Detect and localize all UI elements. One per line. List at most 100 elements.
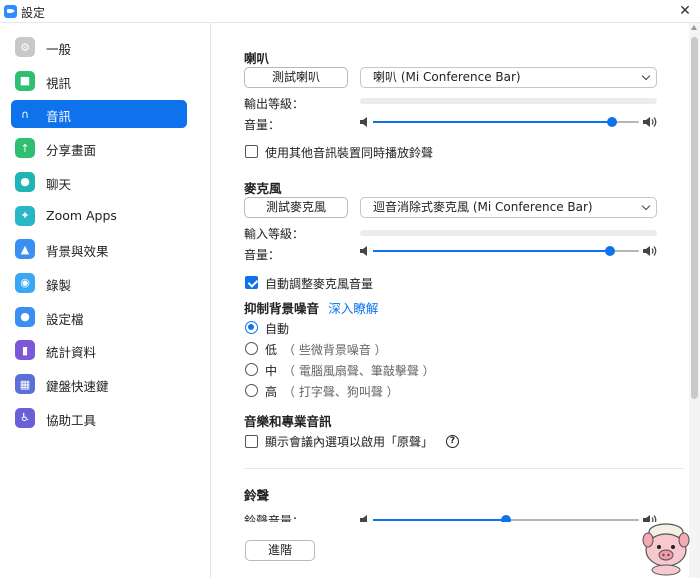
sidebar-item-chat[interactable]: ● 聊天	[11, 168, 187, 196]
volume-high-icon	[643, 246, 657, 256]
background-effects-icon: ▲	[15, 239, 35, 260]
sidebar-item-label: 背景與效果	[46, 244, 109, 260]
sidebar-item-accessibility[interactable]: ♿ 協助工具	[11, 404, 187, 432]
microphone-volume-track	[373, 246, 639, 256]
accessibility-icon: ♿	[15, 407, 35, 428]
speaker-volume-label: 音量：	[244, 118, 281, 132]
output-level-label: 輸出等級：	[244, 97, 305, 111]
noise-option-level: 低	[265, 343, 278, 357]
sidebar-item-label: 統計資料	[46, 345, 97, 361]
sidebar-item-label: Zoom Apps	[46, 207, 117, 223]
sidebar-item-label: 分享畫面	[46, 143, 97, 159]
chevron-down-icon	[641, 201, 651, 211]
noise-option-label: 自動	[265, 320, 295, 337]
sidebar-item-label: 協助工具	[46, 412, 97, 428]
section-divider	[244, 468, 684, 469]
test-microphone-button[interactable]: 測試麥克風	[244, 197, 348, 218]
sidebar-item-label: 一般	[46, 42, 72, 57]
help-icon[interactable]: ?	[446, 435, 459, 448]
original-sound-checkbox[interactable]	[245, 435, 258, 448]
noise-option-label: 低 （ 些微背景噪音 ）	[265, 341, 387, 358]
ringtone-section-title: 鈴聲	[244, 488, 270, 503]
auto-adjust-mic-checkbox[interactable]	[245, 276, 258, 289]
window-title: 設定	[21, 6, 46, 20]
noise-option-radio[interactable]	[245, 342, 258, 355]
profile-icon: ●	[15, 306, 35, 327]
noise-option-label: 中 （ 電腦風扇聲、筆敲擊聲 ）	[265, 362, 435, 379]
speaker-volume-fill	[373, 121, 613, 123]
sidebar-item-share-screen[interactable]: ↑ 分享畫面	[11, 134, 187, 162]
ringtone-volume-fill	[373, 519, 506, 521]
close-button[interactable]: ✕	[676, 1, 694, 21]
speaker-device-value: 喇叭 (Mi Conference Bar)	[373, 70, 521, 84]
test-speaker-button[interactable]: 測試喇叭	[244, 67, 348, 88]
sidebar-item-profile[interactable]: ● 設定檔	[11, 303, 187, 331]
sidebar-item-video[interactable]: ■ 視訊	[11, 67, 187, 95]
microphone-volume-thumb[interactable]	[604, 246, 615, 256]
advanced-button[interactable]: 進階	[245, 540, 315, 561]
sidebar-item-record[interactable]: ◉ 錄製	[11, 269, 187, 297]
statistics-icon: ▮	[15, 340, 35, 361]
sidebar-item-apps[interactable]: ✦ Zoom Apps	[11, 202, 187, 230]
ringtone-volume-thumb[interactable]	[501, 515, 511, 522]
speaker-device-select[interactable]: 喇叭 (Mi Conference Bar)	[360, 67, 657, 88]
input-level-meter	[360, 230, 657, 236]
volume-low-icon	[360, 515, 367, 522]
keyboard-icon: ▦	[15, 374, 35, 394]
audio-settings-panel: 喇叭 測試喇叭 喇叭 (Mi Conference Bar) 輸出等級： 音量：…	[212, 23, 688, 578]
microphone-device-select[interactable]: 迴音消除式麥克風 (Mi Conference Bar)	[360, 197, 657, 218]
sidebar-item-label: 錄製	[46, 277, 72, 293]
microphone-volume-slider[interactable]	[360, 244, 657, 258]
ringtone-volume-slider[interactable]	[360, 513, 657, 522]
record-icon: ◉	[15, 272, 35, 293]
learn-more-link[interactable]: 深入瞭解	[328, 301, 378, 316]
sidebar-item-label: 音訊	[46, 109, 72, 125]
volume-high-icon	[643, 117, 657, 127]
noise-option-label: 高 （ 打字聲、狗叫聲 ）	[265, 383, 399, 400]
noise-option-level: 中	[265, 364, 278, 378]
ringtone-volume-track	[373, 515, 639, 522]
speaker-section-title: 喇叭	[244, 51, 270, 66]
microphone-volume-fill	[373, 250, 610, 252]
output-level-meter	[360, 98, 657, 104]
scrollbar-thumb[interactable]	[691, 37, 698, 399]
sidebar-item-label: 聊天	[46, 176, 72, 192]
noise-option-level: 自動	[265, 322, 290, 336]
sidebar-item-label: 鍵盤快速鍵	[46, 379, 109, 394]
microphone-volume-label: 音量：	[244, 248, 281, 262]
noise-option-radio[interactable]	[245, 321, 258, 334]
microphone-device-value: 迴音消除式麥克風 (Mi Conference Bar)	[373, 200, 593, 214]
scrollbar[interactable]	[689, 23, 700, 578]
sidebar-item-statistics[interactable]: ▮ 統計資料	[11, 336, 187, 364]
share-screen-icon: ↑	[15, 138, 35, 159]
music-audio-section-title: 音樂和專業音訊	[244, 414, 332, 429]
sidebar-item-gear[interactable]: ⚙ 一般	[11, 33, 187, 61]
input-level-label: 輸入等級：	[244, 227, 305, 241]
sidebar-item-keyboard[interactable]: ▦ 鍵盤快速鍵	[11, 370, 187, 398]
speaker-volume-slider[interactable]	[360, 115, 657, 129]
headphones-icon: ∩	[20, 107, 30, 121]
microphone-section-title: 麥克風	[244, 181, 282, 196]
speaker-volume-thumb[interactable]	[607, 117, 618, 127]
noise-suppression-label: 抑制背景噪音	[244, 301, 320, 316]
gear-icon: ⚙	[15, 37, 35, 57]
video-icon: ■	[15, 70, 35, 91]
noise-option-radio[interactable]	[245, 363, 258, 376]
sidebar-item-headphones[interactable]: ∩ 音訊	[11, 100, 187, 129]
chevron-down-icon	[641, 71, 651, 81]
original-sound-label: 顯示會議內選項以啟用「原聲」	[265, 435, 434, 449]
ringtone-volume-label: 鈴聲音量：	[244, 514, 305, 522]
noise-option-level: 高	[265, 385, 278, 399]
noise-option-radio[interactable]	[245, 384, 258, 397]
scroll-up-arrow-icon[interactable]	[691, 25, 697, 30]
separate-ringtone-label: 使用其他音訊裝置同時播放鈴聲	[265, 146, 434, 160]
noise-option-hint: （ 電腦風扇聲、筆敲擊聲 ）	[283, 364, 435, 378]
volume-low-icon	[360, 117, 367, 127]
noise-option-hint: （ 打字聲、狗叫聲 ）	[283, 385, 399, 399]
volume-low-icon	[360, 246, 367, 256]
title-bar: 設定 ✕	[0, 0, 700, 23]
sidebar-item-label: 設定檔	[46, 311, 84, 327]
separate-ringtone-checkbox[interactable]	[245, 145, 258, 158]
speaker-volume-track	[373, 117, 639, 127]
sidebar-item-background-effects[interactable]: ▲ 背景與效果	[11, 235, 187, 263]
